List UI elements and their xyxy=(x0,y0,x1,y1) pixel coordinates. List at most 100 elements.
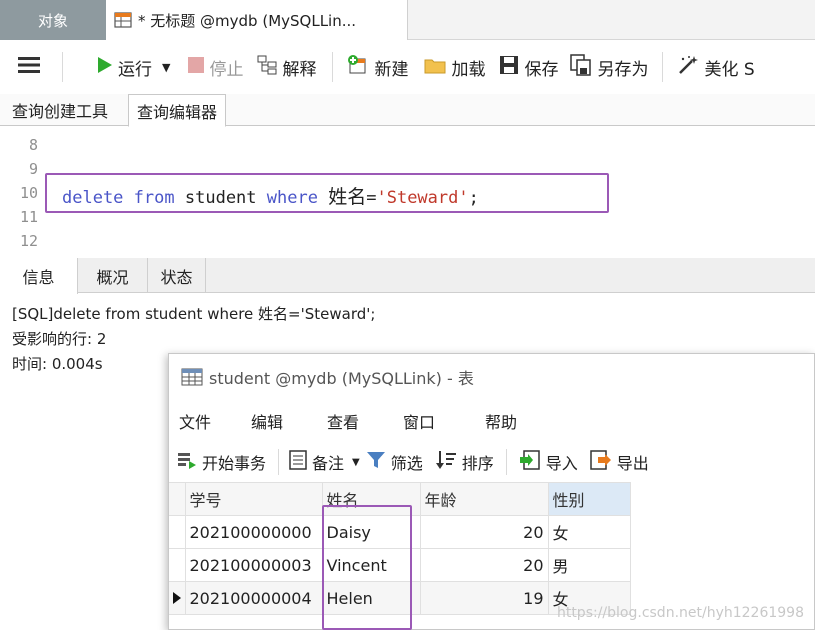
toolbar-divider xyxy=(505,449,507,475)
menu-help[interactable]: 帮助 xyxy=(485,404,517,438)
save-button[interactable]: 保存 xyxy=(499,49,558,85)
row-indicator-header xyxy=(169,482,186,516)
hamburger-menu-button[interactable] xyxy=(18,49,40,85)
import-icon xyxy=(519,450,541,474)
note-label: 备注 xyxy=(312,454,345,473)
watermark-text: https://blog.csdn.net/hyh12261998 xyxy=(556,605,804,621)
note-button[interactable]: 备注 ▼ xyxy=(289,447,360,477)
new-label: 新建 xyxy=(374,59,409,80)
current-row-indicator-icon xyxy=(169,581,186,615)
line-number: 10 xyxy=(19,184,38,202)
export-button[interactable]: 导出 xyxy=(590,447,649,477)
play-icon xyxy=(97,56,113,79)
load-label: 加载 xyxy=(451,59,486,80)
run-label: 运行 xyxy=(118,59,152,80)
beautify-label: 美化 S xyxy=(704,59,755,80)
sql-editor[interactable]: 8 9 10 11 12 delete from student where 姓… xyxy=(0,127,815,255)
toolbar-divider xyxy=(278,449,280,475)
document-tab-strip: 对象 * 无标题 @mydb (MySQLLin... xyxy=(0,0,815,40)
toolbar-divider xyxy=(332,52,334,82)
run-dropdown-icon[interactable]: ▼ xyxy=(162,61,170,74)
cell-gender[interactable]: 男 xyxy=(547,548,631,582)
query-table-icon xyxy=(114,12,132,28)
tab-status[interactable]: 状态 xyxy=(148,258,206,293)
line-number: 11 xyxy=(19,208,38,226)
beautify-sql-button[interactable]: 美化 S xyxy=(677,49,755,85)
cell-id[interactable]: 202100000004 xyxy=(184,581,323,615)
cell-gender[interactable]: 女 xyxy=(547,515,631,549)
sort-button[interactable]: 排序 xyxy=(435,447,494,477)
line-number: 12 xyxy=(19,232,38,250)
filter-button[interactable]: 筛选 xyxy=(366,447,423,477)
menu-view[interactable]: 查看 xyxy=(327,404,359,438)
tab-query-label: * 无标题 @mydb (MySQLLin... xyxy=(138,11,357,30)
toolbar-divider xyxy=(662,52,664,82)
filter-icon xyxy=(366,450,386,474)
line-number-gutter: 8 9 10 11 12 xyxy=(0,127,46,255)
save-icon xyxy=(499,55,519,80)
new-query-button[interactable]: 新建 xyxy=(347,49,408,85)
begin-transaction-button[interactable]: 开始事务 xyxy=(177,447,266,477)
filter-label: 筛选 xyxy=(390,454,423,473)
stop-icon xyxy=(188,56,205,78)
import-button[interactable]: 导入 xyxy=(519,447,578,477)
sort-icon xyxy=(435,450,457,474)
tab-overview[interactable]: 概况 xyxy=(78,258,148,293)
tab-query-editor[interactable]: 查询编辑器 xyxy=(128,94,227,127)
column-header-id[interactable]: 学号 xyxy=(184,482,323,516)
stop-button[interactable]: 停止 xyxy=(188,49,243,85)
line-number: 9 xyxy=(28,160,38,178)
note-icon xyxy=(289,450,307,474)
load-button[interactable]: 加载 xyxy=(424,49,485,85)
editor-mode-tabs: 查询创建工具 查询编辑器 xyxy=(0,94,815,127)
line-number: 8 xyxy=(28,136,38,154)
menu-edit[interactable]: 编辑 xyxy=(251,404,283,438)
note-dropdown-icon[interactable]: ▼ xyxy=(352,457,360,468)
row-indicator xyxy=(169,515,186,549)
result-tabs: 信息 概况 状态 xyxy=(0,258,815,294)
export-icon xyxy=(590,450,612,474)
hamburger-icon xyxy=(18,56,40,79)
save-as-icon xyxy=(570,53,592,81)
cell-age[interactable]: 20 xyxy=(419,548,549,582)
tab-query-untitled[interactable]: * 无标题 @mydb (MySQLLin... xyxy=(106,0,408,40)
cell-id[interactable]: 202100000000 xyxy=(184,515,323,549)
begin-transaction-label: 开始事务 xyxy=(202,454,267,473)
table-viewer-window: student @mydb (MySQLLink) - 表 文件 编辑 查看 窗… xyxy=(168,353,815,630)
annotation-highlight-box xyxy=(322,505,412,630)
row-indicator xyxy=(169,548,186,582)
save-as-button[interactable]: 另存为 xyxy=(570,49,648,85)
window-menubar: 文件 编辑 查看 窗口 帮助 xyxy=(169,404,815,438)
menu-window[interactable]: 窗口 xyxy=(403,404,435,438)
window-title: student @mydb (MySQLLink) - 表 xyxy=(209,369,474,388)
new-query-icon xyxy=(347,54,369,80)
magic-wand-icon xyxy=(677,55,699,80)
sort-label: 排序 xyxy=(461,454,494,473)
run-button[interactable]: 运行 ▼ xyxy=(97,49,170,85)
stop-label: 停止 xyxy=(209,59,244,80)
toolbar-divider xyxy=(62,52,63,82)
info-sql-text: [SQL]delete from student where 姓名='Stewa… xyxy=(12,305,376,323)
column-header-age[interactable]: 年龄 xyxy=(419,482,549,516)
import-label: 导入 xyxy=(545,454,578,473)
save-label: 保存 xyxy=(524,59,559,80)
window-title-bar[interactable]: student @mydb (MySQLLink) - 表 xyxy=(169,354,815,400)
explain-label: 解释 xyxy=(282,59,317,80)
tab-info[interactable]: 信息 xyxy=(0,258,78,294)
column-header-gender[interactable]: 性别 xyxy=(547,482,631,516)
tab-objects[interactable]: 对象 xyxy=(0,0,106,40)
window-toolbar: 开始事务 备注 ▼ 筛选 排序 导入 导出 xyxy=(169,444,815,480)
cell-age[interactable]: 19 xyxy=(419,581,549,615)
export-label: 导出 xyxy=(616,454,649,473)
query-toolbar: 运行 ▼ 停止 解释 新建 加载 保存 另存为 美化 S xyxy=(0,40,815,94)
menu-file[interactable]: 文件 xyxy=(179,404,211,438)
annotation-highlight-box xyxy=(45,173,609,213)
info-affected-rows: 受影响的行: 2 xyxy=(12,330,107,348)
cell-id[interactable]: 202100000003 xyxy=(184,548,323,582)
table-icon xyxy=(181,368,203,386)
tab-query-builder[interactable]: 查询创建工具 xyxy=(4,94,116,126)
transaction-icon xyxy=(177,450,197,474)
explain-button[interactable]: 解释 xyxy=(257,49,316,85)
folder-icon xyxy=(424,56,446,79)
cell-age[interactable]: 20 xyxy=(419,515,549,549)
